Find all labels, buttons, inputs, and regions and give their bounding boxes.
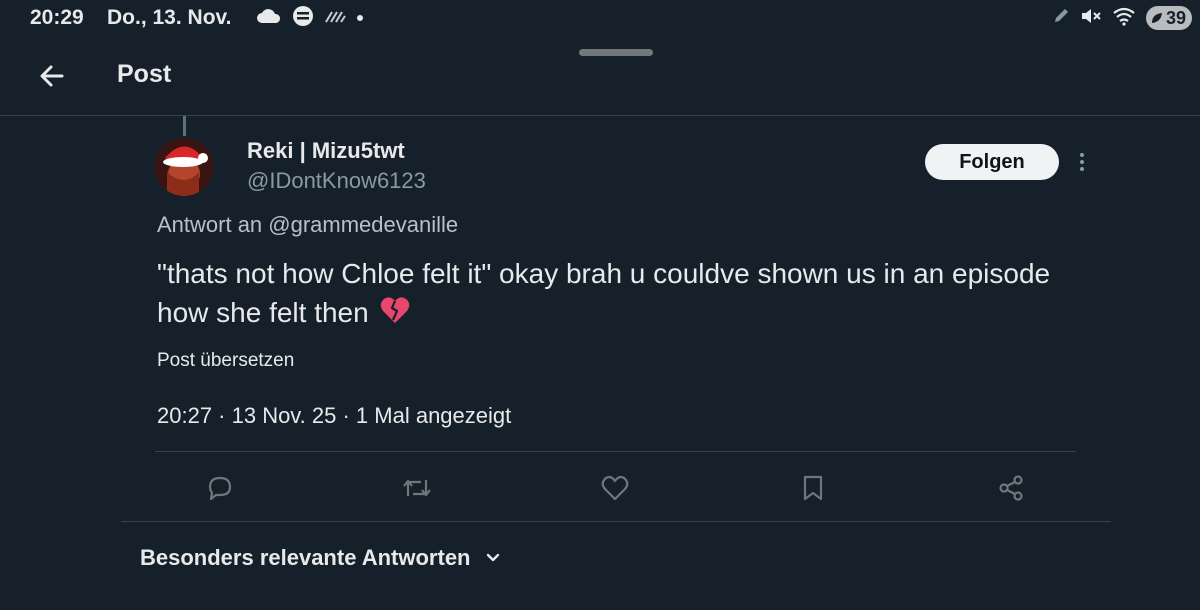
app-icon <box>292 5 314 32</box>
arrow-left-icon <box>40 65 64 87</box>
post-text-body: "thats not how Chloe felt it" okay brah … <box>157 258 1051 328</box>
share-button[interactable] <box>991 468 1031 508</box>
chevron-down-icon <box>486 553 499 562</box>
post-meta: 20:27 · 13 Nov. 25 · 1 Mal angezeigt <box>157 403 512 428</box>
back-button[interactable] <box>36 60 68 92</box>
repost-button[interactable] <box>397 468 437 508</box>
mute-icon <box>1080 6 1102 31</box>
actions-bottom-divider <box>121 521 1111 522</box>
dot-icon <box>356 9 364 27</box>
replies-sort-label: Besonders relevante Antworten <box>140 545 471 570</box>
avatar[interactable] <box>155 138 213 196</box>
author-handle[interactable]: @IDontKnow6123 <box>247 168 426 194</box>
more-options-button[interactable] <box>1068 148 1096 176</box>
more-vertical-icon <box>1080 153 1084 171</box>
battery-leaf-icon <box>1151 13 1162 23</box>
header-divider <box>0 115 1200 116</box>
like-icon <box>601 475 629 501</box>
reply-icon <box>208 476 232 501</box>
status-icons-left <box>256 5 364 32</box>
reply-button[interactable] <box>200 468 240 508</box>
broken-heart-icon <box>380 295 410 334</box>
actions-top-divider <box>155 451 1076 452</box>
thread-connector <box>183 116 186 136</box>
signal-lines-icon <box>324 8 346 29</box>
cloud-icon <box>256 7 282 30</box>
action-bar <box>157 468 1067 508</box>
battery-indicator: 39 <box>1145 6 1192 30</box>
battery-level: 39 <box>1165 7 1186 28</box>
drag-handle[interactable] <box>579 49 653 56</box>
bookmark-button[interactable] <box>793 468 833 508</box>
bookmark-icon <box>803 475 823 501</box>
page-title: Post <box>117 60 172 88</box>
status-time: 20:29 <box>30 6 84 29</box>
status-icons-right: 39 <box>1052 5 1192 31</box>
replies-sort-dropdown[interactable]: Besonders relevante Antworten <box>140 545 501 571</box>
status-date: Do., 13. Nov. <box>107 6 232 29</box>
translate-link[interactable]: Post übersetzen <box>157 350 294 372</box>
like-button[interactable] <box>595 468 635 508</box>
reply-to-label[interactable]: Antwort an @grammedevanille <box>157 212 458 238</box>
follow-button[interactable]: Folgen <box>925 144 1059 180</box>
pen-icon <box>1052 7 1070 30</box>
author-name[interactable]: Reki | Mizu5twt <box>247 138 405 164</box>
share-icon <box>999 475 1023 501</box>
wifi-icon <box>1112 6 1136 31</box>
repost-icon <box>403 479 431 497</box>
post-text: "thats not how Chloe felt it" okay brah … <box>157 254 1077 334</box>
